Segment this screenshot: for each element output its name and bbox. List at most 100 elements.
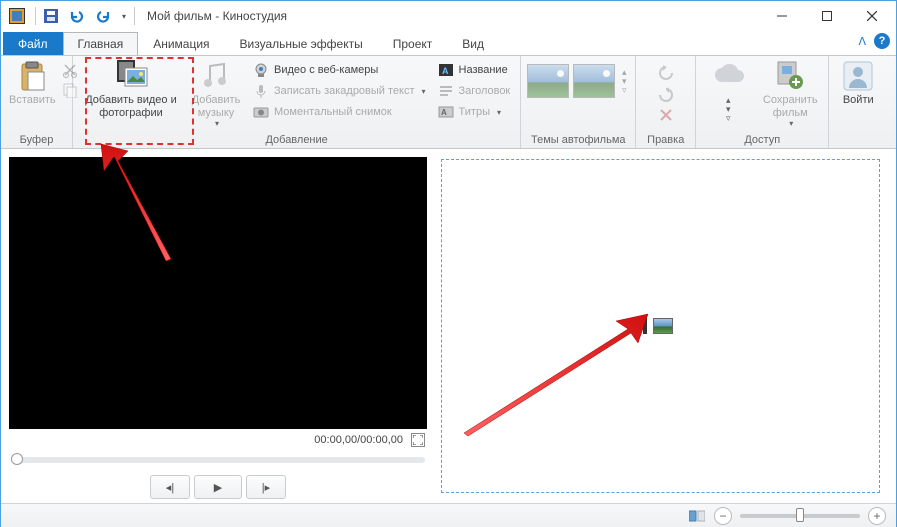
zoom-in-button[interactable]: + [868,507,886,525]
minimize-button[interactable] [759,2,804,31]
group-empty [835,134,881,148]
user-icon [842,60,874,92]
camera-icon [253,104,269,120]
tab-view[interactable]: Вид [447,32,499,55]
title-bar: ▾ Мой фильм - Киностудия [1,1,896,31]
play-button[interactable]: ▶ [194,475,242,499]
signin-label: Войти [843,94,874,107]
snapshot-label: Моментальный снимок [274,106,392,118]
status-bar: − + [1,503,896,527]
zoom-out-button[interactable]: − [714,507,732,525]
ribbon-tabs: Файл Главная Анимация Визуальные эффекты… [1,31,896,55]
window-controls [759,2,894,31]
playback-controls: ◂| ▶ |▸ [9,475,427,499]
group-edit: Правка [636,56,696,148]
voiceover-label: Записать закадровый текст [274,85,415,97]
seek-thumb[interactable] [11,453,23,465]
photo-icon [653,318,673,334]
voiceover-button[interactable]: Записать закадровый текст ▾ [249,81,430,101]
save-movie-button[interactable]: Сохранить фильм ▾ [758,58,822,128]
group-edit-label: Правка [642,134,689,148]
add-media-button[interactable]: Добавить видео и фотографии [79,58,183,119]
timeline-dropzone[interactable] [441,159,880,493]
heading-label: Заголовок [459,85,511,97]
svg-text:A: A [442,66,449,76]
title-button[interactable]: A Название [434,60,515,80]
title-icon: A [438,62,454,78]
timeline-pane [431,149,896,503]
add-music-button[interactable]: Добавить музыку ▾ [187,58,245,128]
save-movie-icon [774,60,806,92]
add-media-icon [115,60,147,92]
paste-label: Вставить [9,94,56,107]
group-add: Добавить видео и фотографии Добавить муз… [73,56,521,148]
ribbon: Вставить Буфер Добавить видео и фотограф… [1,55,896,149]
snapshot-button[interactable]: Моментальный снимок [249,102,430,122]
cloud-button[interactable]: ▴▾▿ [702,58,754,123]
group-signin: Войти [829,56,887,148]
zoom-thumb[interactable] [796,508,804,522]
close-button[interactable] [849,2,894,31]
group-share-label: Доступ [702,134,822,148]
chevron-down-icon: ▾ [497,108,501,117]
theme-gallery[interactable]: ▴▾▿ [527,64,629,98]
captions-button[interactable]: A Титры ▾ [434,102,515,122]
view-toggle-icon[interactable] [688,507,706,525]
tab-vfx[interactable]: Визуальные эффекты [225,32,378,55]
app-icon [9,8,25,24]
content-area: 00:00,00/00:00,00 ◂| ▶ |▸ [1,149,896,503]
webcam-button[interactable]: Видео с веб-камеры [249,60,430,80]
group-clipboard: Вставить Буфер [1,56,73,148]
filmstrip-icon [643,318,647,334]
webcam-label: Видео с веб-камеры [274,64,378,76]
qat-customize[interactable]: ▾ [118,5,130,27]
group-clipboard-label: Буфер [7,134,66,148]
delete-icon[interactable] [659,108,673,122]
theme-thumb[interactable] [573,64,615,98]
theme-thumb[interactable] [527,64,569,98]
group-add-label: Добавление [79,134,514,148]
video-preview[interactable] [9,157,427,429]
rotate-right-icon[interactable] [657,86,675,102]
rotate-left-icon[interactable] [657,64,675,80]
captions-label: Титры [459,106,490,118]
microphone-icon [253,83,269,99]
tab-animation[interactable]: Анимация [138,32,224,55]
music-icon [200,60,232,92]
heading-button[interactable]: Заголовок [434,81,515,101]
webcam-icon [253,62,269,78]
group-autofilm: ▴▾▿ Темы автофильма [521,56,636,148]
paste-button[interactable]: Вставить [7,58,58,107]
prev-frame-button[interactable]: ◂| [150,475,190,499]
tab-home[interactable]: Главная [63,32,139,55]
next-frame-button[interactable]: |▸ [246,475,286,499]
collapse-ribbon-icon[interactable]: ᐱ [858,35,866,48]
cloud-icon [712,60,744,92]
gallery-more[interactable]: ▴▾▿ [723,96,733,123]
maximize-button[interactable] [804,2,849,31]
add-music-label: Добавить музыку [189,94,243,119]
cut-icon[interactable] [62,62,78,78]
preview-pane: 00:00,00/00:00,00 ◂| ▶ |▸ [1,149,431,503]
quick-access-toolbar: ▾ [40,5,130,27]
save-button[interactable] [40,5,62,27]
gallery-more[interactable]: ▴▾▿ [619,68,629,95]
fullscreen-icon[interactable] [411,433,425,447]
chevron-down-icon: ▾ [422,87,426,96]
add-media-label: Добавить видео и фотографии [81,94,181,119]
help-icon[interactable]: ? [874,33,890,49]
seek-bar[interactable] [11,457,425,463]
window-title: Мой фильм - Киностудия [147,9,759,23]
copy-icon[interactable] [62,82,78,98]
undo-button[interactable] [66,5,88,27]
separator [134,7,135,25]
svg-text:A: A [441,108,447,117]
redo-button[interactable] [92,5,114,27]
captions-icon: A [438,104,454,120]
title-label: Название [459,64,508,76]
zoom-slider[interactable] [740,514,860,518]
tab-project[interactable]: Проект [378,32,448,55]
signin-button[interactable]: Войти [835,58,881,107]
tab-file[interactable]: Файл [3,32,63,55]
chevron-down-icon: ▾ [789,119,793,128]
